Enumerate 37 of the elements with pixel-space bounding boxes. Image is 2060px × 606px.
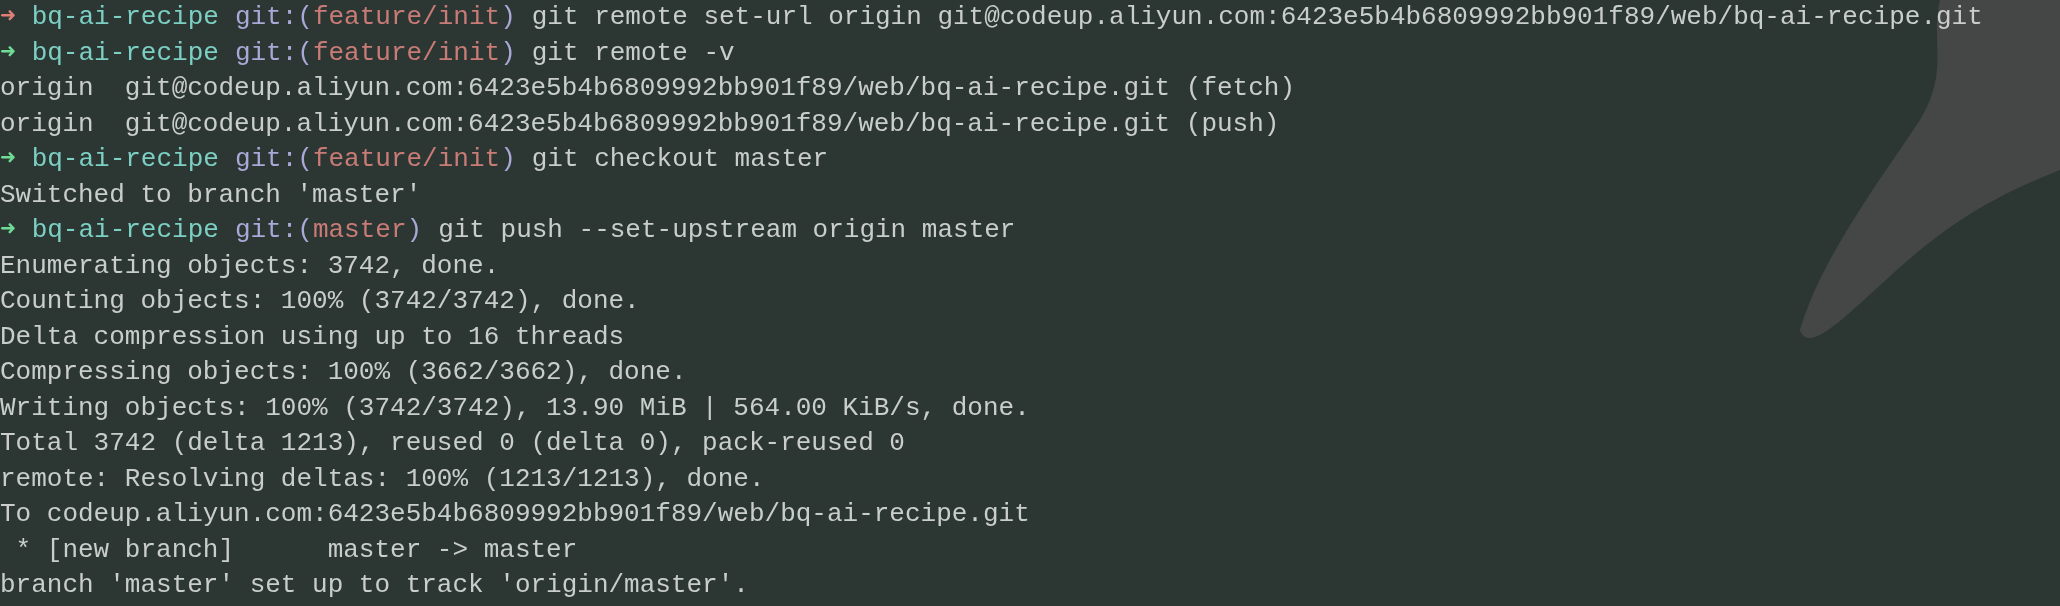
output-line: Total 3742 (delta 1213), reused 0 (delta 0), pack-reused 0	[0, 427, 905, 460]
command-text: git remote -v	[531, 36, 735, 70]
git-label: git:(	[234, 36, 313, 70]
branch-name: feature/init	[312, 143, 501, 176]
command-text: git checkout master	[531, 143, 829, 176]
git-label: git:(	[234, 214, 313, 247]
output-line: Compressing objects: 100% (3662/3662), done.	[0, 356, 687, 389]
output-line: * [new branch] master -> master	[14, 533, 578, 567]
branch-name: feature/init	[312, 36, 501, 70]
output-line: Switched to branch 'master'	[0, 178, 422, 212]
directory-name: bq-ai-recipe	[31, 143, 219, 176]
git-label: )	[500, 1, 516, 34]
prompt-arrow: ➜	[0, 143, 16, 176]
output-line: Writing objects: 100% (3742/3742), 13.90 MiB | 564.00 KiB/s, done.	[0, 391, 1030, 425]
git-label: git:(	[234, 1, 313, 34]
prompt-arrow: ➜	[0, 214, 16, 247]
command-text: git push --set-upstream origin master	[438, 214, 1016, 247]
output-line: Delta compression using up to 16 threads	[0, 320, 625, 354]
directory-name: bq-ai-recipe	[31, 214, 219, 247]
output-line: Counting objects: 100% (3742/3742), done.	[0, 285, 640, 318]
output-line: To codeup.aliyun.com:6423e5b4b6809992bb901f89/web/bq-ai-recipe.git	[0, 498, 1030, 531]
branch-name: feature/init	[312, 1, 501, 34]
output-line: branch 'master' set up to track 'origin/master'.	[0, 569, 749, 602]
output-line: origin git@codeup.aliyun.com:6423e5b4b6809992bb901f89/web/bq-ai-recipe.git (fetch)	[0, 72, 1295, 105]
git-label: )	[500, 36, 516, 70]
output-line: remote: Resolving deltas: 100% (1213/1213), done.	[0, 462, 765, 496]
prompt-arrow: ➜	[0, 36, 16, 70]
git-label: )	[406, 214, 423, 247]
branch-name: master	[312, 214, 407, 247]
directory-name: bq-ai-recipe	[31, 36, 219, 70]
command-text: git remote set-url origin git@codeup.aliyun.com:6423e5b4b6809992bb901f89/web/bq-ai-recipe.git	[531, 1, 1983, 34]
directory-name: bq-ai-recipe	[31, 1, 219, 34]
prompt-arrow: ➜	[0, 1, 16, 34]
git-label: git:(	[234, 143, 313, 176]
output-line: origin git@codeup.aliyun.com:6423e5b4b6809992bb901f89/web/bq-ai-recipe.git (push)	[0, 107, 1280, 141]
git-label: )	[500, 143, 516, 176]
output-line: Enumerating objects: 3742, done.	[0, 249, 500, 283]
